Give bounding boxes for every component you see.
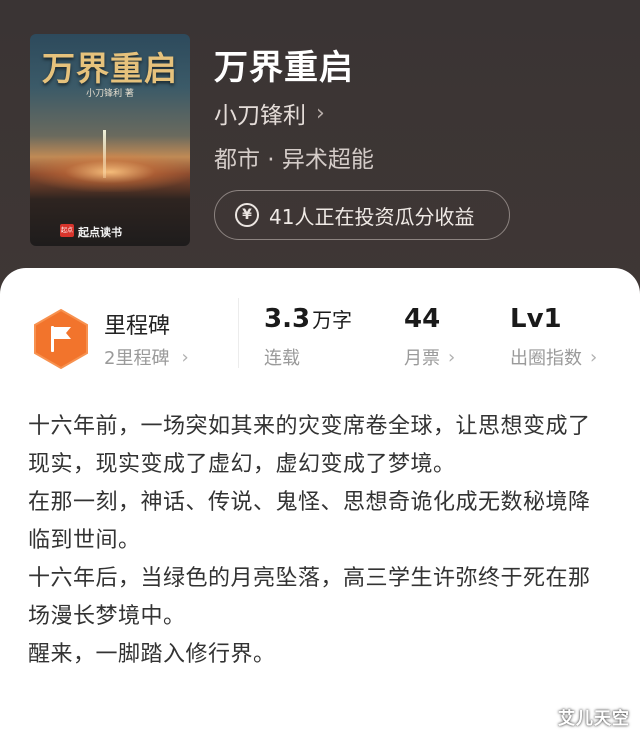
book-title: 万界重启 [214,48,354,88]
author-name: 小刀锋利 [214,103,306,129]
cover-glow [30,152,190,192]
description-paragraph: 十六年后，当绿色的月亮坠落，高三学生许弥终于死在那场漫长梦境中。 [28,566,591,629]
cover-brand-mark: 起点 [60,224,74,237]
flag-icon[interactable] [32,308,90,370]
word-count-stat: 3.3 万字 连载 [264,304,352,370]
serial-status-text: 连载 [264,348,300,369]
monthly-ticket-value: 44 [404,304,441,334]
cover-light-beam [103,130,106,178]
divider [238,298,239,368]
popularity-index-value: Lv1 [510,304,562,334]
invest-label: 41人正在投资瓜分收益 [269,204,475,229]
word-count-number: 3.3 [264,304,311,334]
serial-status: 连载 [264,344,352,370]
invest-button[interactable]: ¥ 41人正在投资瓜分收益 [214,190,510,240]
book-header: 万界重启 小刀锋利 著 起点 起点读书 万界重启 小刀锋利 › 都市 · 异术超… [0,0,640,290]
cover-author: 小刀锋利 著 [86,89,134,99]
popularity-index-text: 出圈指数 [510,348,582,369]
book-cover[interactable]: 万界重启 小刀锋利 著 起点 起点读书 [30,34,190,246]
cover-brand: 起点读书 [78,226,122,239]
chevron-right-icon: › [448,346,456,368]
monthly-ticket-stat[interactable]: 44 月票 › [404,304,455,370]
word-count-value: 3.3 万字 [264,304,352,334]
description-paragraph: 在那一刻，神话、传说、鬼怪、思想奇诡化成无数秘境降临到世间。 [28,490,591,553]
author-link[interactable]: 小刀锋利 › [214,96,325,130]
watermark: 艾儿天空 [558,709,630,729]
milestone-label[interactable]: 里程碑 [104,308,170,340]
genre-tags[interactable]: 都市 · 异术超能 [214,140,374,174]
chevron-right-icon: › [590,346,598,368]
popularity-index-stat[interactable]: Lv1 出圈指数 › [510,304,597,370]
popularity-index-label: 出圈指数 › [510,344,597,370]
word-count-unit: 万字 [312,308,353,332]
description-paragraph: 十六年前，一场突如其来的灾变席卷全球，让思想变成了现实，现实变成了虚幻，虚幻变成… [28,414,591,477]
milestone-count[interactable]: 2里程碑 › [104,344,189,370]
chevron-right-icon: › [316,100,325,126]
monthly-ticket-label: 月票 › [404,344,455,370]
monthly-ticket-text: 月票 [404,348,440,369]
chevron-right-icon: › [181,346,189,368]
milestone-count-text: 2里程碑 [104,348,170,369]
yen-circle-icon: ¥ [235,203,259,227]
description-paragraph: 醒来，一脚踏入修行界。 [28,642,276,667]
book-description[interactable]: 十六年前，一场突如其来的灾变席卷全球，让思想变成了现实，现实变成了虚幻，虚幻变成… [28,408,612,674]
cover-title: 万界重启 [42,49,178,88]
detail-sheet: 里程碑 2里程碑 › 3.3 万字 连载 44 月票 › Lv1 出圈指数 › 十… [0,268,640,741]
